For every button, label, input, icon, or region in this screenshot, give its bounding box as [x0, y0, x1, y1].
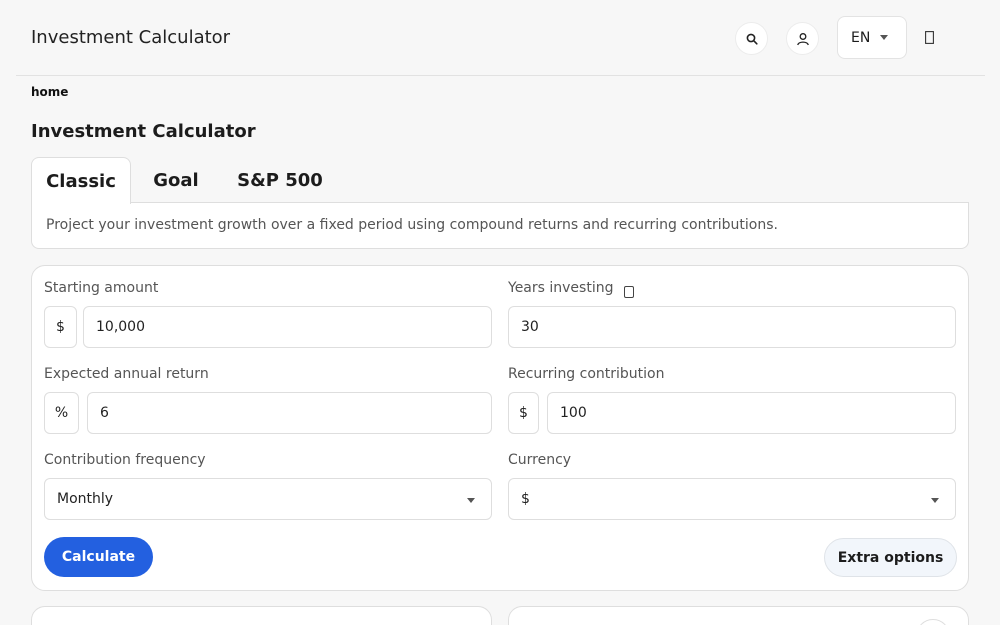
- extra-options-button[interactable]: Extra options: [824, 538, 957, 577]
- starting-amount-prefix: $: [44, 306, 77, 348]
- annual-return-label: Expected annual return: [44, 366, 209, 382]
- recurring-contribution-prefix: $: [508, 392, 539, 434]
- language-selector[interactable]: EN: [837, 16, 907, 59]
- calculate-button[interactable]: Calculate: [44, 537, 153, 577]
- calculator-form: Starting amount $ 10,000 Years investing…: [31, 265, 969, 591]
- chevron-down-icon: [880, 35, 889, 40]
- tab-classic[interactable]: Classic: [31, 157, 131, 204]
- info-icon[interactable]: [624, 286, 634, 298]
- years-investing-label: Years investing: [508, 280, 614, 296]
- result-card-left: [31, 606, 492, 625]
- tab-sp500[interactable]: S&P 500: [228, 157, 332, 203]
- years-investing-input[interactable]: 30: [508, 306, 956, 348]
- theme-toggle-icon: [924, 30, 934, 44]
- contribution-frequency-value: Monthly: [57, 491, 114, 507]
- currency-select[interactable]: $: [508, 478, 956, 520]
- starting-amount-input[interactable]: 10,000: [83, 306, 492, 348]
- search-icon: [746, 33, 758, 45]
- result-card-right: [508, 606, 969, 625]
- tab-description: Project your investment growth over a fi…: [31, 202, 969, 249]
- search-button[interactable]: [735, 22, 768, 55]
- top-header: Investment Calculator EN: [16, 0, 985, 76]
- currency-label: Currency: [508, 452, 572, 468]
- language-label: EN: [851, 29, 871, 46]
- theme-toggle-button[interactable]: [921, 28, 937, 46]
- breadcrumb[interactable]: home: [31, 85, 68, 99]
- starting-amount-label: Starting amount: [44, 280, 159, 296]
- currency-value: $: [521, 491, 530, 507]
- annual-return-prefix: %: [44, 392, 79, 434]
- chevron-down-icon: [467, 498, 475, 503]
- user-icon: [796, 32, 809, 45]
- chevron-down-icon: [931, 498, 939, 503]
- recurring-contribution-input[interactable]: 100: [547, 392, 956, 434]
- annual-return-input[interactable]: 6: [87, 392, 492, 434]
- result-action-button[interactable]: [916, 619, 950, 625]
- page-title: Investment Calculator: [31, 121, 256, 142]
- contribution-frequency-select[interactable]: Monthly: [44, 478, 492, 520]
- account-button[interactable]: [786, 22, 819, 55]
- contribution-frequency-label: Contribution frequency: [44, 452, 206, 468]
- app-title: Investment Calculator: [31, 27, 231, 48]
- tab-goal[interactable]: Goal: [146, 157, 206, 203]
- recurring-contribution-label: Recurring contribution: [508, 366, 665, 382]
